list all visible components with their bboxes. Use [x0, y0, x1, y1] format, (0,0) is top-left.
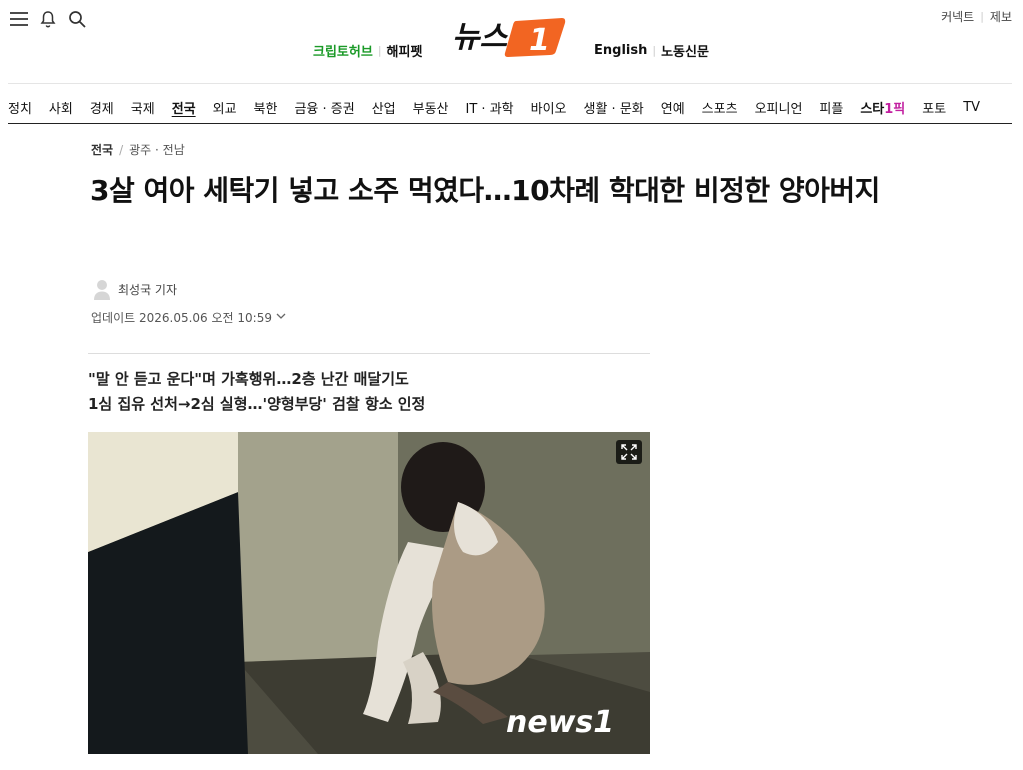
nav-item-economy[interactable]: 경제 [90, 98, 114, 117]
expand-icon [621, 444, 637, 460]
expand-photo-button[interactable] [616, 440, 642, 464]
subhead-line: "말 안 듣고 운다"며 가혹행위…2층 난간 매달기도 [88, 370, 409, 388]
separator: | [377, 44, 382, 57]
english-link[interactable]: English [594, 43, 647, 58]
rodong-link[interactable]: 노동신문 [661, 41, 709, 60]
nav-item-people[interactable]: 피플 [819, 98, 843, 117]
nav-item-real-estate[interactable]: 부동산 [413, 98, 449, 117]
partner-links-right: English | 노동신문 [594, 41, 709, 60]
byline: 최성국 기자 [92, 277, 177, 301]
separator: | [652, 44, 657, 57]
nav-item-politics[interactable]: 정치 [8, 98, 32, 117]
breadcrumb-section[interactable]: 전국 [91, 141, 113, 158]
nav-item-it-science[interactable]: IT · 과학 [466, 98, 514, 117]
breadcrumb: 전국 / 광주 · 전남 [91, 141, 185, 158]
nav-item-nationwide[interactable]: 전국 [172, 98, 196, 117]
nav-item-diplomacy[interactable]: 외교 [213, 98, 237, 117]
nav-divider [8, 123, 1012, 124]
top-bar: 커넥트 | 제보 크립토허브 | 해피펫 뉴스 1 English | 노동신문 [0, 0, 1023, 84]
report-link[interactable]: 제보 [990, 8, 1012, 25]
article-photo[interactable]: news1 [88, 432, 650, 754]
nav-item-star-pick[interactable]: 스타1픽 [860, 98, 905, 117]
top-right-links: 커넥트 | 제보 [941, 8, 1012, 25]
search-icon[interactable] [67, 9, 87, 29]
news1-logo[interactable]: 뉴스 1 [452, 15, 566, 59]
partner-links-left: 크립토허브 | 해피펫 [313, 41, 422, 60]
nav-item-tv[interactable]: TV [963, 100, 980, 115]
subhead-line: 1심 집유 선처→2심 실형…'양형부당' 검찰 항소 인정 [88, 395, 426, 413]
reporter-name[interactable]: 최성국 기자 [118, 281, 177, 298]
bell-icon[interactable] [38, 9, 58, 29]
nav-item-finance[interactable]: 금융 · 증권 [294, 98, 354, 117]
nav-item-industry[interactable]: 산업 [372, 98, 396, 117]
breadcrumb-separator: / [119, 142, 124, 157]
crypto-hub-link[interactable]: 크립토허브 [313, 41, 373, 60]
article-subheads: "말 안 듣고 운다"며 가혹행위…2층 난간 매달기도 1심 집유 선처→2심… [88, 367, 425, 417]
nav-item-international[interactable]: 국제 [131, 98, 155, 117]
chevron-down-icon [275, 310, 287, 325]
star-label: 스타 [860, 101, 885, 117]
reporter-avatar-icon [92, 277, 112, 301]
nav-item-photo[interactable]: 포토 [922, 98, 946, 117]
nav-item-bio[interactable]: 바이오 [531, 98, 567, 117]
breadcrumb-region[interactable]: 광주 · 전남 [129, 141, 185, 158]
nav-item-life-culture[interactable]: 생활 · 문화 [584, 98, 644, 117]
nav-item-sports[interactable]: 스포츠 [702, 98, 738, 117]
updated-timestamp[interactable]: 업데이트 2026.05.06 오전 10:59 [91, 309, 287, 326]
connect-link[interactable]: 커넥트 [941, 8, 974, 25]
nav-item-society[interactable]: 사회 [49, 98, 73, 117]
category-nav: 정치 사회 경제 국제 전국 외교 북한 금융 · 증권 산업 부동산 IT ·… [8, 96, 997, 118]
happypet-link[interactable]: 해피펫 [387, 41, 423, 60]
nav-item-opinion[interactable]: 오피니언 [755, 98, 803, 117]
menu-icon[interactable] [9, 9, 29, 29]
top-icons [9, 9, 87, 29]
nav-item-north-korea[interactable]: 북한 [254, 98, 278, 117]
photo-watermark: news1 [506, 705, 614, 740]
subhead-divider [88, 353, 650, 354]
star-pick-label: 1픽 [884, 101, 906, 117]
header-divider [8, 83, 1012, 84]
article-headline: 3살 여아 세탁기 넣고 소주 먹였다…10차례 학대한 비정한 양아버지 [90, 174, 880, 207]
logo-mark: 1 [529, 23, 550, 58]
updated-text: 업데이트 2026.05.06 오전 10:59 [91, 311, 272, 325]
separator: | [980, 10, 984, 23]
logo-text: 뉴스 [452, 20, 509, 55]
nav-item-entertainment[interactable]: 연예 [661, 98, 685, 117]
